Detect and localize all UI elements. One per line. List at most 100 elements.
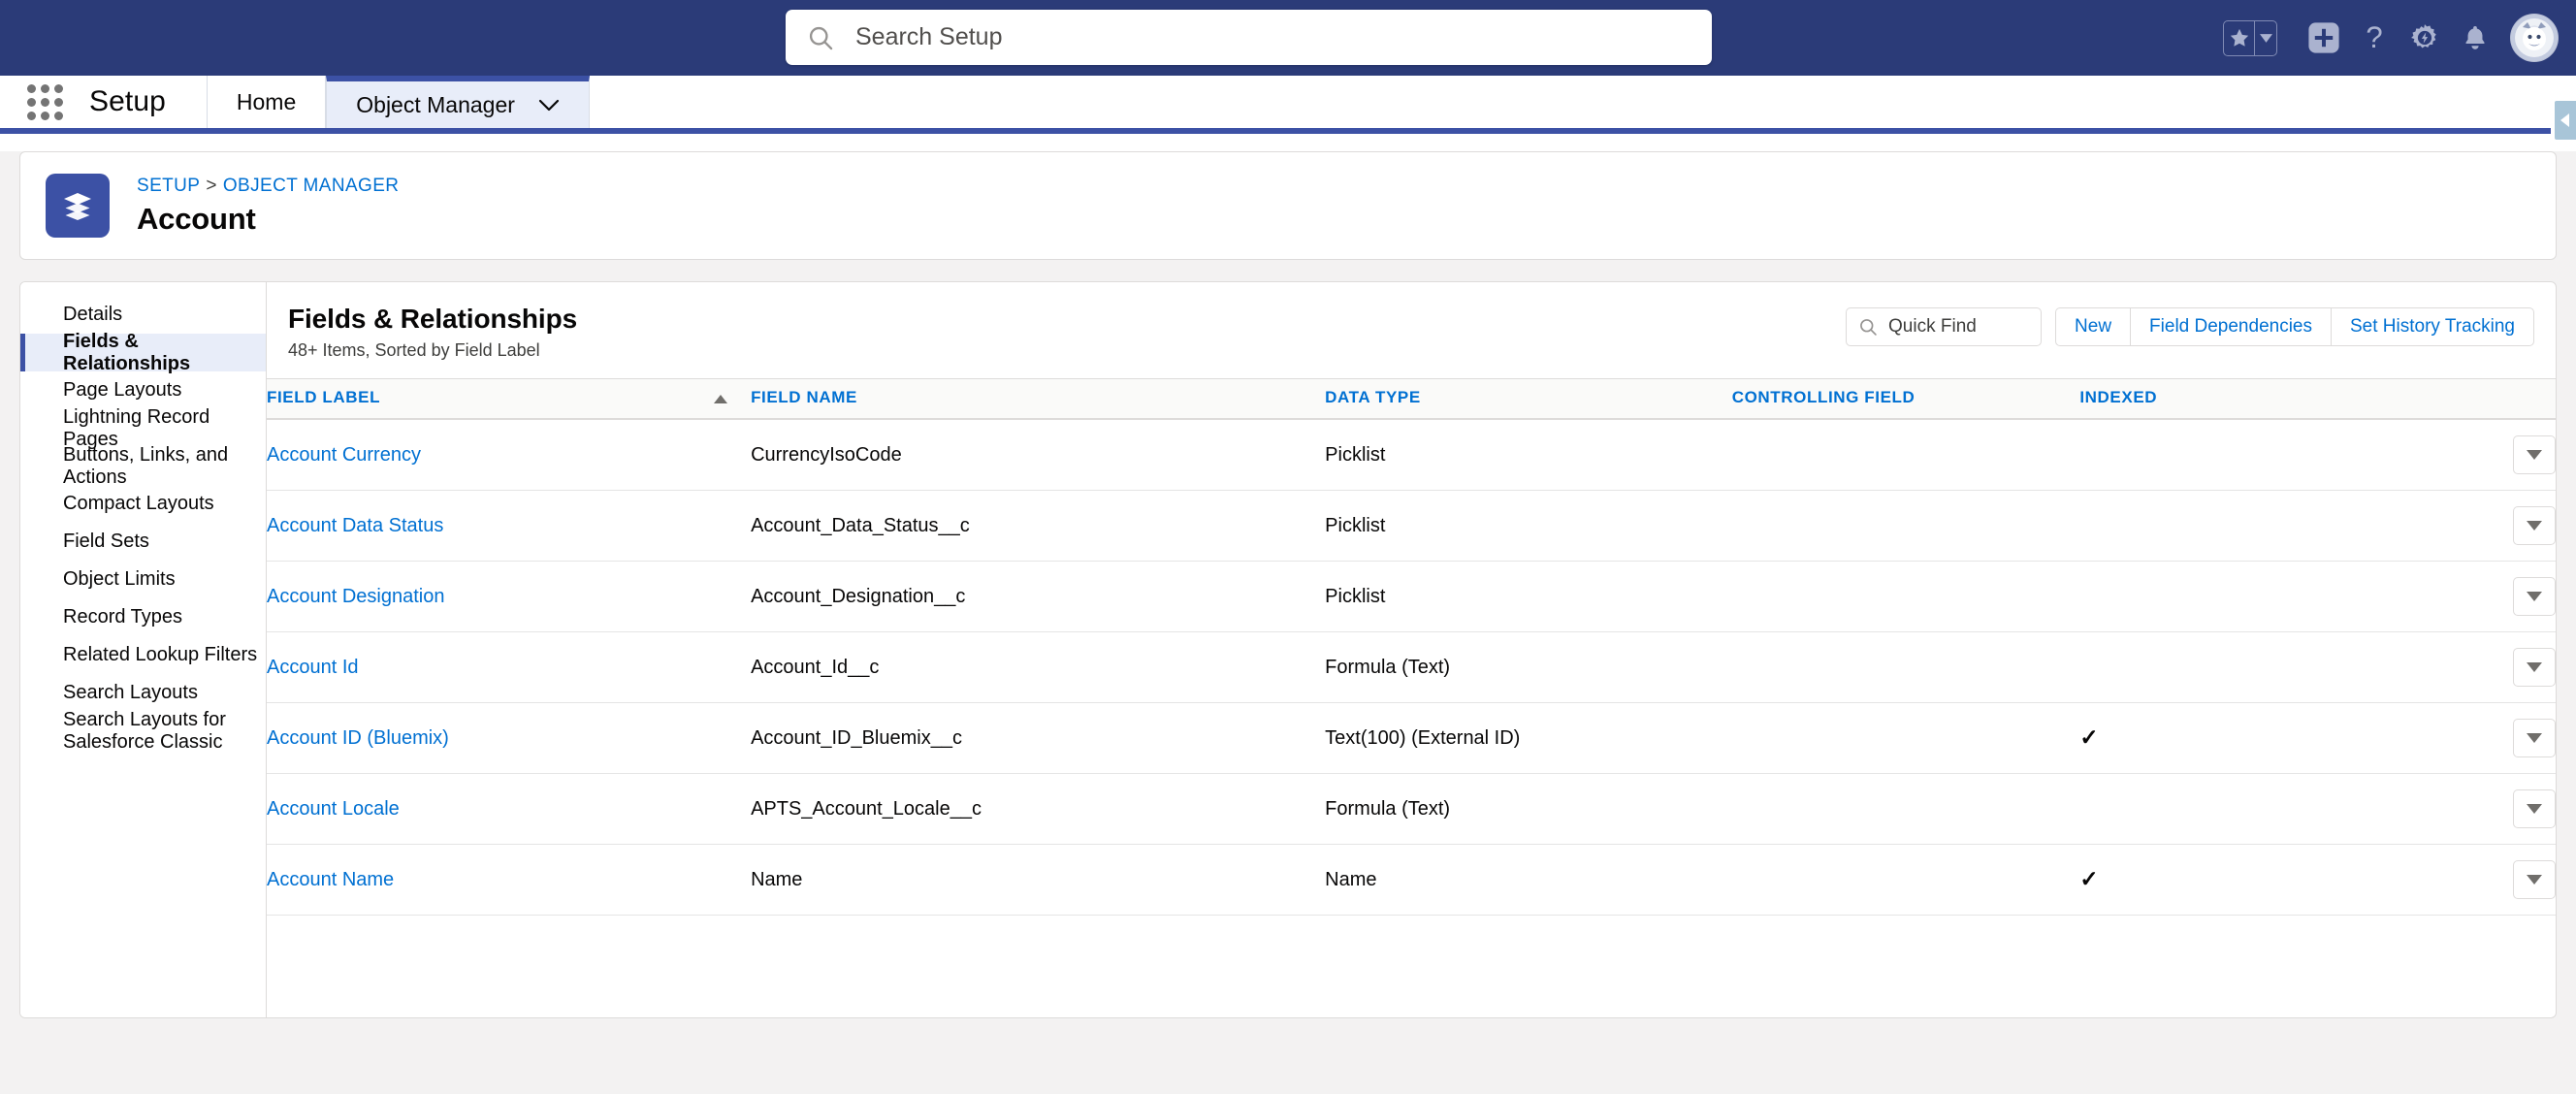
favorites-star-icon[interactable] (2224, 20, 2255, 55)
table-row[interactable]: Account Name Name Name ✓ (267, 844, 2556, 916)
notifications-bell-icon[interactable] (2450, 13, 2500, 63)
indexed-checkmark: ✓ (2079, 865, 2099, 891)
cell-indexed (2079, 561, 2359, 632)
column-header-data-type[interactable]: DATA TYPE (1325, 378, 1732, 420)
header-icon-group: ? (2223, 0, 2559, 76)
cell-data-type: Picklist (1325, 561, 1732, 632)
row-actions-dropdown-icon[interactable] (2513, 860, 2556, 899)
cell-row-actions (2358, 631, 2556, 703)
sidebar-item-search-layouts-classic[interactable]: Search Layouts for Salesforce Classic (20, 709, 266, 753)
sidebar-item-details[interactable]: Details (20, 296, 266, 334)
row-actions-dropdown-icon[interactable] (2513, 435, 2556, 474)
row-actions-dropdown-icon[interactable] (2513, 719, 2556, 757)
row-actions-dropdown-icon[interactable] (2513, 506, 2556, 545)
sidebar-item-compact-layouts[interactable]: Compact Layouts (20, 485, 266, 523)
global-search-box[interactable] (786, 10, 1712, 65)
sidebar-item-buttons-links-and-actions[interactable]: Buttons, Links, and Actions (20, 444, 266, 488)
column-header-field-name[interactable]: FIELD NAME (751, 378, 1326, 420)
table-row[interactable]: Account ID (Bluemix) Account_ID_Bluemix_… (267, 702, 2556, 774)
cell-controlling-field (1731, 419, 2080, 491)
table-row[interactable]: Account Currency CurrencyIsoCode Picklis… (267, 419, 2556, 491)
cell-data-type: Picklist (1325, 419, 1732, 491)
row-actions-dropdown-icon[interactable] (2513, 789, 2556, 828)
favorites-dropdown-icon[interactable] (2255, 21, 2276, 55)
breadcrumb: SETUP > OBJECT MANAGER (137, 176, 399, 197)
sidebar-item-search-layouts[interactable]: Search Layouts (20, 674, 266, 712)
collapse-panel-handle[interactable] (2551, 97, 2576, 144)
cell-field-name: Account_Designation__c (751, 561, 1326, 632)
cell-field-label: Account Designation (267, 561, 752, 632)
cell-controlling-field (1731, 702, 2080, 774)
field-label-link[interactable]: Account Locale (267, 798, 400, 820)
sidebar-item-label: Record Types (63, 606, 183, 627)
cell-field-label: Account Locale (267, 773, 752, 845)
fields-table: FIELD LABEL FIELD NAME DATA TYPE CONTROL… (267, 378, 2556, 916)
field-dependencies-button[interactable]: Field Dependencies (2130, 307, 2331, 346)
tab-object-manager[interactable]: Object Manager (326, 76, 590, 128)
sort-ascending-icon (714, 389, 728, 408)
tab-home[interactable]: Home (208, 76, 327, 128)
cell-field-label: Account Data Status (267, 490, 752, 562)
add-favorite-icon[interactable] (2299, 13, 2349, 63)
main-panel: Details Fields & Relationships Page Layo… (19, 281, 2557, 1018)
field-label-link[interactable]: Account Id (267, 657, 359, 678)
table-row[interactable]: Account Data Status Account_Data_Status_… (267, 490, 2556, 562)
sidebar-item-label: Fields & Relationships (63, 330, 191, 374)
object-sidebar: Details Fields & Relationships Page Layo… (20, 282, 267, 1017)
breadcrumb-separator: > (206, 175, 217, 196)
set-history-tracking-button[interactable]: Set History Tracking (2331, 307, 2534, 346)
field-label-link[interactable]: Account Data Status (267, 515, 443, 536)
table-row[interactable]: Account Locale APTS_Account_Locale__c Fo… (267, 773, 2556, 845)
field-label-link[interactable]: Account Designation (267, 586, 444, 607)
sidebar-item-label: Field Sets (63, 531, 149, 552)
cell-controlling-field (1731, 631, 2080, 703)
sidebar-item-label: Buttons, Links, and Actions (63, 443, 229, 488)
cell-controlling-field (1731, 561, 2080, 632)
app-launcher-button[interactable] (0, 76, 89, 128)
column-header-indexed[interactable]: INDEXED (2079, 378, 2359, 420)
table-row[interactable]: Account Id Account_Id__c Formula (Text) (267, 631, 2556, 703)
favorites-group[interactable] (2223, 19, 2277, 56)
action-button-group: New Field Dependencies Set History Track… (2055, 307, 2534, 346)
table-row[interactable]: Account Designation Account_Designation_… (267, 561, 2556, 632)
user-avatar[interactable] (2510, 14, 2559, 62)
help-icon[interactable]: ? (2349, 13, 2399, 63)
setup-tab-list: Home Object Manager (208, 76, 590, 128)
sidebar-item-page-layouts[interactable]: Page Layouts (20, 371, 266, 409)
sidebar-item-label: Related Lookup Filters (63, 644, 258, 665)
sidebar-item-record-types[interactable]: Record Types (20, 598, 266, 636)
field-label-link[interactable]: Account Currency (267, 444, 421, 466)
column-header-field-label-text: FIELD LABEL (267, 388, 381, 406)
tab-object-manager-label: Object Manager (356, 91, 515, 117)
cell-indexed: ✓ (2079, 844, 2359, 916)
column-header-controlling-field[interactable]: CONTROLLING FIELD (1731, 378, 2080, 420)
search-icon (1858, 317, 1878, 337)
breadcrumb-setup[interactable]: SETUP (137, 176, 200, 196)
sidebar-item-fields-and-relationships[interactable]: Fields & Relationships (20, 331, 266, 374)
sidebar-item-object-limits[interactable]: Object Limits (20, 561, 266, 598)
row-actions-dropdown-icon[interactable] (2513, 648, 2556, 687)
quick-find-input[interactable] (1888, 316, 2030, 338)
app-launcher-grid-icon (26, 83, 63, 120)
sidebar-item-field-sets[interactable]: Field Sets (20, 523, 266, 561)
global-header: ? (0, 0, 2576, 76)
chevron-down-icon (538, 99, 560, 112)
field-label-link[interactable]: Account ID (Bluemix) (267, 727, 449, 749)
search-input[interactable] (855, 23, 1690, 51)
sidebar-item-related-lookup-filters[interactable]: Related Lookup Filters (20, 636, 266, 674)
quick-find-box[interactable] (1846, 307, 2043, 346)
column-header-field-label[interactable]: FIELD LABEL (267, 378, 752, 420)
field-label-link[interactable]: Account Name (267, 869, 394, 890)
search-icon (807, 24, 834, 51)
sidebar-item-lightning-record-pages[interactable]: Lightning Record Pages (20, 406, 266, 450)
fields-table-wrapper: FIELD LABEL FIELD NAME DATA TYPE CONTROL… (267, 378, 2556, 916)
cell-row-actions (2358, 773, 2556, 845)
row-actions-dropdown-icon[interactable] (2513, 577, 2556, 616)
content-toolbar: New Field Dependencies Set History Track… (1846, 304, 2534, 346)
setup-gear-icon[interactable] (2399, 13, 2450, 63)
breadcrumb-object-manager[interactable]: OBJECT MANAGER (223, 176, 400, 196)
new-field-button[interactable]: New (2055, 307, 2131, 346)
cell-controlling-field (1731, 773, 2080, 845)
cell-row-actions (2358, 490, 2556, 562)
indexed-checkmark: ✓ (2079, 724, 2099, 750)
